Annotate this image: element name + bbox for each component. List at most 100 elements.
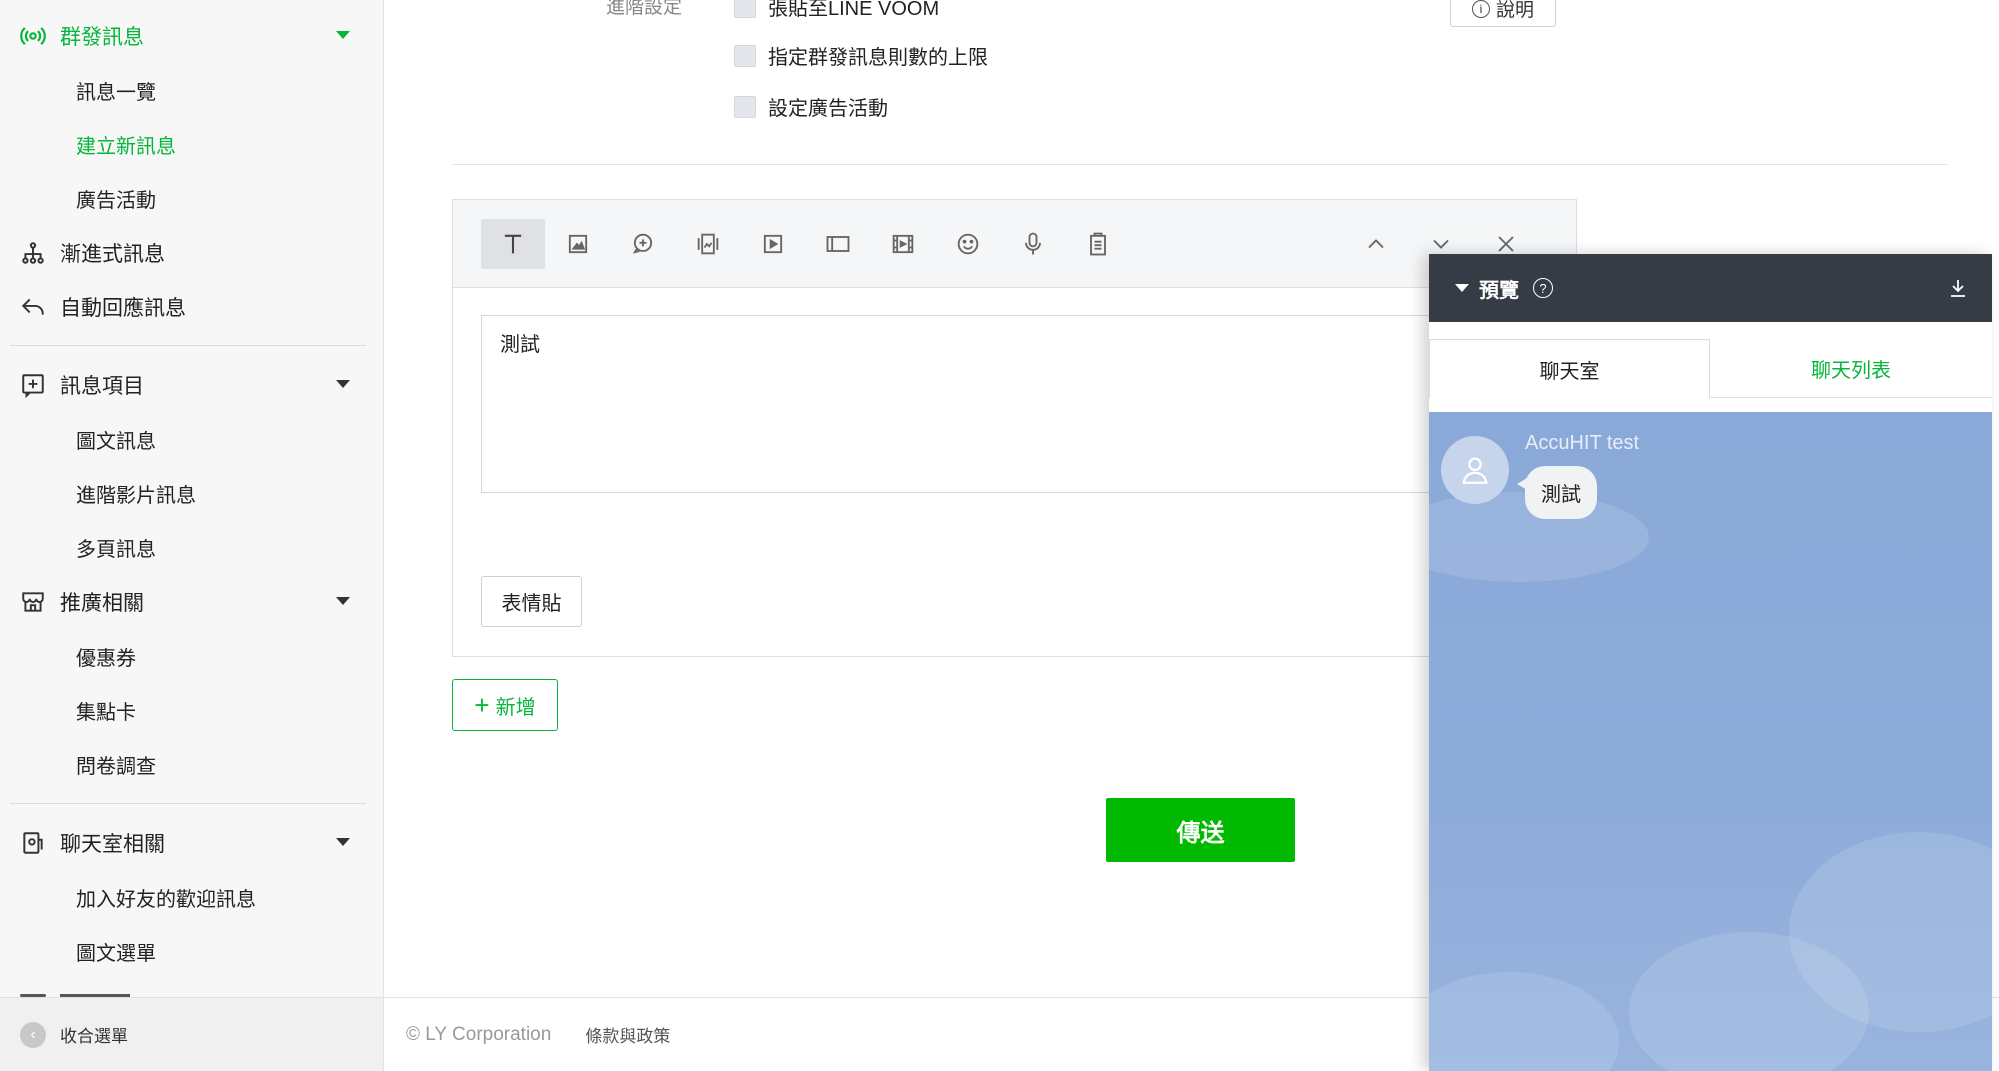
message-editor: 測試 表情貼 (452, 199, 1577, 657)
sidebar-item-survey[interactable]: 問卷調查 (76, 744, 156, 784)
preview-title: 預覽 (1479, 279, 1519, 302)
send-button[interactable]: 傳送 (1106, 798, 1295, 862)
avatar (1441, 436, 1509, 504)
nav-group-label: 群發訊息 (60, 26, 144, 49)
nav-group-label: 訊息項目 (60, 375, 144, 398)
sticker-tool-button[interactable] (611, 219, 675, 269)
store-icon (20, 589, 46, 615)
sidebar-item-coupon[interactable]: 優惠券 (76, 636, 136, 676)
terms-link[interactable]: 條款與政策 (585, 1022, 670, 1047)
text-icon (504, 234, 522, 254)
caret-down-icon (336, 838, 350, 846)
reply-icon (20, 294, 46, 320)
nav-group-chat-related[interactable]: 聊天室相關 (20, 823, 350, 863)
download-icon[interactable] (1946, 276, 1970, 300)
sidebar-item-ad-campaign[interactable]: 廣告活動 (76, 178, 156, 218)
user-icon (1462, 457, 1488, 484)
sidebar-item-rich-message[interactable]: 圖文訊息 (76, 419, 156, 459)
caret-down-icon (336, 31, 350, 39)
add-message-icon (20, 372, 46, 398)
editor-toolbar (453, 200, 1576, 288)
checkbox[interactable] (734, 95, 756, 118)
option-line-voom[interactable]: 張貼至LINE VOOM (734, 0, 939, 21)
chat-bubble-icon (632, 233, 653, 254)
sidebar-item-welcome-message[interactable]: 加入好友的歡迎訊息 (76, 877, 256, 917)
option-label: 張貼至LINE VOOM (768, 0, 940, 20)
divider (10, 345, 366, 346)
nav-label: 自動回應訊息 (60, 297, 186, 320)
nav-step-messages[interactable]: 漸進式訊息 (20, 233, 350, 273)
sidebar-item-message-list[interactable]: 訊息一覽 (76, 70, 156, 110)
option-message-limit[interactable]: 指定群發訊息則數的上限 (734, 41, 988, 70)
collapse-menu-button[interactable]: ‹ 收合選單 (0, 997, 383, 1071)
copyright: © LY Corporation (406, 1023, 552, 1045)
chat-settings-icon (20, 830, 46, 856)
video-icon (763, 234, 783, 254)
image-icon (568, 234, 588, 254)
checkbox[interactable] (734, 0, 756, 18)
sidebar-item-rich-video[interactable]: 進階影片訊息 (76, 473, 196, 513)
message-text-input[interactable]: 測試 (481, 315, 1561, 493)
section-divider (452, 164, 1948, 165)
survey-tool-button[interactable] (1066, 219, 1130, 269)
info-icon: i (1471, 0, 1490, 18)
nav-auto-reply[interactable]: 自動回應訊息 (20, 287, 350, 327)
emoji-tool-button[interactable] (936, 219, 1000, 269)
option-label: 指定群發訊息則數的上限 (768, 47, 988, 69)
rich-video-tool-button[interactable] (871, 219, 935, 269)
imagemap-icon (826, 236, 850, 252)
help-button[interactable]: i 說明 (1450, 0, 1556, 27)
option-ad-campaign[interactable]: 設定廣告活動 (734, 92, 888, 121)
sender-name: AccuHIT test (1525, 432, 1640, 454)
video-tool-button[interactable] (741, 219, 805, 269)
nav-group-label: 推廣相關 (60, 592, 144, 615)
hierarchy-icon (20, 240, 46, 266)
collapse-menu-label: 收合選單 (60, 1027, 128, 1046)
caret-down-icon[interactable] (1455, 284, 1469, 292)
preview-tabs: 聊天室 聊天列表 (1429, 322, 1992, 398)
nav-group-broadcast[interactable]: 群發訊息 (20, 16, 350, 56)
imagemap-tool-button[interactable] (806, 219, 870, 269)
sidebar-item-reward-card[interactable]: 集點卡 (76, 690, 136, 730)
text-tool-button[interactable] (481, 219, 545, 269)
nav-group-message-items[interactable]: 訊息項目 (20, 365, 350, 405)
nav-group-label: 聊天室相關 (60, 833, 165, 856)
card-tool-button[interactable] (676, 219, 740, 269)
plus-icon: + (474, 689, 490, 720)
sidebar-item-create-message[interactable]: 建立新訊息 (76, 124, 176, 164)
add-button-label: 新增 (495, 696, 536, 719)
preview-header[interactable]: 預覽 ? (1429, 254, 1992, 322)
chevron-up-icon (1368, 239, 1384, 249)
advanced-settings-label: 進階設定 (606, 0, 683, 18)
caret-down-icon (336, 380, 350, 388)
smiley-icon (957, 233, 979, 255)
chat-bubble: 測試 (1525, 466, 1597, 519)
audio-tool-button[interactable] (1001, 219, 1065, 269)
nav-label: 漸進式訊息 (60, 243, 165, 266)
help-button-label: 說明 (1495, 0, 1534, 21)
add-message-button[interactable]: + 新增 (452, 679, 558, 731)
preview-panel: 預覽 ? 聊天室 聊天列表 AccuHIT test 測試 (1429, 254, 1992, 1071)
microphone-icon (1025, 232, 1041, 255)
cloud-decoration (1429, 972, 1619, 1071)
chat-preview-area: AccuHIT test 測試 (1429, 412, 1992, 1071)
chevron-left-icon: ‹ (20, 1021, 46, 1048)
sidebar: 群發訊息 訊息一覽 建立新訊息 廣告活動 漸進式訊息 自動回應訊息 訊息項目 圖… (0, 0, 384, 1071)
move-up-button[interactable] (1344, 219, 1408, 269)
broadcast-icon (20, 23, 46, 49)
divider (10, 803, 366, 804)
nav-group-promotion[interactable]: 推廣相關 (20, 582, 350, 622)
card-icon (697, 233, 719, 255)
emoji-button[interactable]: 表情貼 (481, 576, 582, 627)
film-icon (892, 234, 914, 254)
help-icon[interactable]: ? (1533, 278, 1553, 298)
option-label: 設定廣告活動 (768, 98, 888, 120)
sidebar-item-rich-menu[interactable]: 圖文選單 (76, 931, 156, 971)
clipboard-icon (1090, 232, 1106, 256)
checkbox[interactable] (734, 44, 756, 67)
tab-chat-room[interactable]: 聊天室 (1429, 339, 1710, 398)
sidebar-item-card-message[interactable]: 多頁訊息 (76, 527, 156, 567)
caret-down-icon (336, 597, 350, 605)
tab-chat-list[interactable]: 聊天列表 (1710, 339, 1992, 398)
image-tool-button[interactable] (546, 219, 610, 269)
